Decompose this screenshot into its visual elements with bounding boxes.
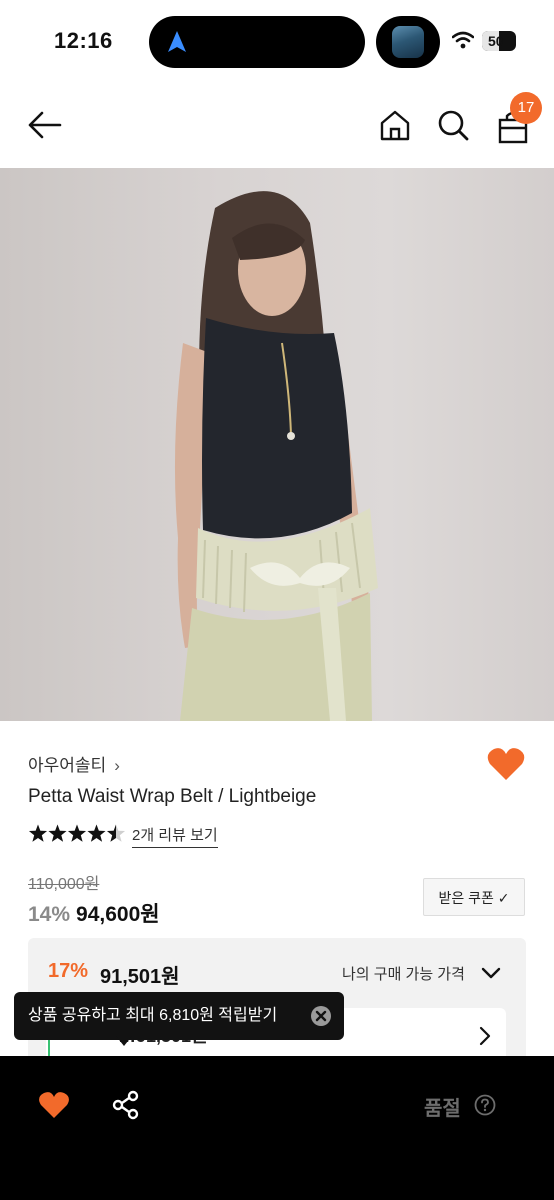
sale-price: 94,600원 bbox=[76, 903, 160, 926]
sale-price-row: 14% 94,600원 bbox=[28, 898, 160, 928]
rating-stars bbox=[28, 824, 126, 842]
dynamic-island bbox=[149, 16, 365, 68]
album-art-icon bbox=[392, 26, 424, 58]
top-navigation: 17 bbox=[0, 84, 554, 168]
status-time: 12:16 bbox=[54, 28, 113, 53]
product-image[interactable] bbox=[0, 168, 554, 721]
wifi-icon bbox=[452, 31, 474, 49]
soldout-status: 품절 bbox=[424, 1098, 461, 1120]
heart-icon[interactable] bbox=[486, 746, 526, 782]
help-icon[interactable] bbox=[474, 1094, 496, 1116]
chevron-right-icon: › bbox=[114, 756, 120, 775]
cart-count-badge: 17 bbox=[510, 92, 542, 124]
bottom-action-bar: 품절 bbox=[0, 1056, 554, 1200]
star-icon bbox=[87, 824, 106, 842]
product-photo bbox=[174, 191, 378, 721]
best-price: 91,501원 bbox=[100, 966, 180, 988]
share-icon[interactable] bbox=[112, 1090, 140, 1120]
star-icon bbox=[67, 824, 87, 842]
review-link[interactable]: 2개 리뷰 보기 bbox=[132, 824, 218, 848]
battery-indicator: 50 bbox=[482, 31, 516, 51]
star-icon bbox=[28, 824, 48, 842]
coupon-button[interactable]: 받은 쿠폰 ✓ bbox=[423, 878, 525, 916]
music-island bbox=[376, 16, 440, 68]
brand-name: 아우어솔티 bbox=[28, 756, 107, 775]
navigation-arrow-icon bbox=[168, 31, 186, 52]
star-icon bbox=[48, 824, 67, 842]
chevron-down-icon[interactable] bbox=[480, 964, 502, 982]
heart-icon[interactable] bbox=[38, 1090, 70, 1120]
discount-rate: 14% bbox=[28, 903, 71, 926]
original-price: 110,000원 bbox=[28, 876, 100, 893]
home-icon[interactable] bbox=[378, 108, 412, 142]
chevron-right-icon bbox=[479, 1026, 491, 1046]
product-name: Petta Waist Wrap Belt / Lightbeige bbox=[28, 786, 317, 807]
toast-tail bbox=[116, 1036, 132, 1046]
close-icon[interactable] bbox=[310, 1005, 332, 1027]
share-reward-toast[interactable]: 상품 공유하고 최대 6,810원 적립받기 bbox=[14, 992, 344, 1040]
search-icon[interactable] bbox=[436, 108, 470, 142]
brand-link[interactable]: 아우어솔티 › bbox=[28, 751, 120, 776]
toast-message: 상품 공유하고 최대 6,810원 적립받기 bbox=[28, 1007, 278, 1024]
best-discount-rate: 17% bbox=[48, 960, 89, 982]
back-arrow-icon[interactable] bbox=[26, 108, 64, 142]
status-bar: 12:16 50 bbox=[0, 0, 554, 84]
best-price-label[interactable]: 나의 구매 가능 가격 bbox=[342, 963, 465, 984]
battery-percent: 50 bbox=[488, 33, 504, 49]
